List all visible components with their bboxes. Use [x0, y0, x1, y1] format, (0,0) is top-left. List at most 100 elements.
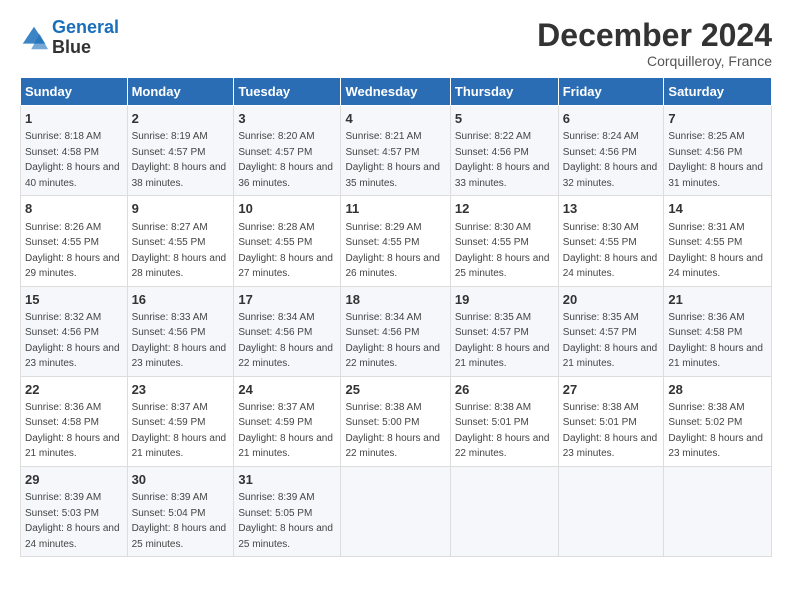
header-cell-thursday: Thursday	[450, 78, 558, 106]
logo-icon	[20, 24, 48, 52]
day-cell: 1 Sunrise: 8:18 AMSunset: 4:58 PMDaylight…	[21, 106, 128, 196]
day-number: 24	[238, 381, 336, 399]
day-detail: Sunrise: 8:37 AMSunset: 4:59 PMDaylight:…	[132, 402, 227, 460]
day-cell: 28Sunrise: 8:38 AMSunset: 5:02 PMDayligh…	[664, 376, 772, 466]
logo-line1: General	[52, 17, 119, 37]
day-number: 27	[563, 381, 660, 399]
day-number: 13	[563, 200, 660, 218]
day-number: 1	[25, 110, 123, 128]
month-title: December 2024	[537, 18, 772, 53]
day-cell: 17Sunrise: 8:34 AMSunset: 4:56 PMDayligh…	[234, 286, 341, 376]
week-row-1: 1 Sunrise: 8:18 AMSunset: 4:58 PMDaylight…	[21, 106, 772, 196]
day-detail: Sunrise: 8:35 AMSunset: 4:57 PMDaylight:…	[563, 312, 658, 370]
day-detail: Sunrise: 8:38 AMSunset: 5:01 PMDaylight:…	[455, 402, 550, 460]
day-number: 22	[25, 381, 123, 399]
day-detail: Sunrise: 8:26 AMSunset: 4:55 PMDaylight:…	[25, 222, 120, 280]
day-detail: Sunrise: 8:19 AMSunset: 4:57 PMDaylight:…	[132, 131, 227, 189]
day-number: 30	[132, 471, 230, 489]
logo-line2: Blue	[52, 38, 119, 58]
day-cell: 2Sunrise: 8:19 AMSunset: 4:57 PMDaylight…	[127, 106, 234, 196]
day-number: 3	[238, 110, 336, 128]
header-row: SundayMondayTuesdayWednesdayThursdayFrid…	[21, 78, 772, 106]
day-cell: 10 Sunrise: 8:28 AMSunset: 4:55 PMDayligh…	[234, 196, 341, 286]
header-cell-sunday: Sunday	[21, 78, 128, 106]
day-number: 19	[455, 291, 554, 309]
day-cell	[664, 466, 772, 556]
day-detail: Sunrise: 8:33 AMSunset: 4:56 PMDaylight:…	[132, 312, 227, 370]
day-number: 16	[132, 291, 230, 309]
day-detail: Sunrise: 8:18 AMSunset: 4:58 PMDaylight:…	[25, 131, 120, 189]
day-number: 10	[238, 200, 336, 218]
calendar-body: 1 Sunrise: 8:18 AMSunset: 4:58 PMDaylight…	[21, 106, 772, 557]
day-cell	[558, 466, 664, 556]
day-number: 15	[25, 291, 123, 309]
day-cell: 6 Sunrise: 8:24 AMSunset: 4:56 PMDaylight…	[558, 106, 664, 196]
day-detail: Sunrise: 8:39 AMSunset: 5:05 PMDaylight:…	[238, 492, 333, 550]
day-cell: 16 Sunrise: 8:33 AMSunset: 4:56 PMDayligh…	[127, 286, 234, 376]
day-detail: Sunrise: 8:31 AMSunset: 4:55 PMDaylight:…	[668, 222, 763, 280]
calendar-table: SundayMondayTuesdayWednesdayThursdayFrid…	[20, 77, 772, 557]
day-number: 4	[345, 110, 445, 128]
day-cell: 25 Sunrise: 8:38 AMSunset: 5:00 PMDayligh…	[341, 376, 450, 466]
day-cell: 21Sunrise: 8:36 AMSunset: 4:58 PMDayligh…	[664, 286, 772, 376]
day-cell: 5 Sunrise: 8:22 AMSunset: 4:56 PMDaylight…	[450, 106, 558, 196]
day-detail: Sunrise: 8:25 AMSunset: 4:56 PMDaylight:…	[668, 131, 763, 189]
day-number: 11	[345, 200, 445, 218]
day-number: 7	[668, 110, 767, 128]
day-number: 18	[345, 291, 445, 309]
day-detail: Sunrise: 8:35 AMSunset: 4:57 PMDaylight:…	[455, 312, 550, 370]
day-detail: Sunrise: 8:37 AMSunset: 4:59 PMDaylight:…	[238, 402, 333, 460]
day-detail: Sunrise: 8:39 AMSunset: 5:04 PMDaylight:…	[132, 492, 227, 550]
day-number: 9	[132, 200, 230, 218]
header-cell-wednesday: Wednesday	[341, 78, 450, 106]
week-row-2: 8 Sunrise: 8:26 AMSunset: 4:55 PMDaylight…	[21, 196, 772, 286]
day-detail: Sunrise: 8:38 AMSunset: 5:02 PMDaylight:…	[668, 402, 763, 460]
header-cell-monday: Monday	[127, 78, 234, 106]
day-number: 29	[25, 471, 123, 489]
day-detail: Sunrise: 8:24 AMSunset: 4:56 PMDaylight:…	[563, 131, 658, 189]
day-cell: 18Sunrise: 8:34 AMSunset: 4:56 PMDayligh…	[341, 286, 450, 376]
day-cell: 27 Sunrise: 8:38 AMSunset: 5:01 PMDayligh…	[558, 376, 664, 466]
day-detail: Sunrise: 8:32 AMSunset: 4:56 PMDaylight:…	[25, 312, 120, 370]
week-row-5: 29 Sunrise: 8:39 AMSunset: 5:03 PMDayligh…	[21, 466, 772, 556]
day-cell: 4Sunrise: 8:21 AMSunset: 4:57 PMDaylight…	[341, 106, 450, 196]
header-cell-saturday: Saturday	[664, 78, 772, 106]
day-cell: 14 Sunrise: 8:31 AMSunset: 4:55 PMDayligh…	[664, 196, 772, 286]
title-block: December 2024 Corquilleroy, France	[537, 18, 772, 69]
day-cell: 24 Sunrise: 8:37 AMSunset: 4:59 PMDayligh…	[234, 376, 341, 466]
day-cell: 19 Sunrise: 8:35 AMSunset: 4:57 PMDayligh…	[450, 286, 558, 376]
day-cell: 23Sunrise: 8:37 AMSunset: 4:59 PMDayligh…	[127, 376, 234, 466]
header-cell-friday: Friday	[558, 78, 664, 106]
day-number: 25	[345, 381, 445, 399]
day-detail: Sunrise: 8:28 AMSunset: 4:55 PMDaylight:…	[238, 222, 333, 280]
day-detail: Sunrise: 8:34 AMSunset: 4:56 PMDaylight:…	[238, 312, 333, 370]
day-number: 20	[563, 291, 660, 309]
day-number: 26	[455, 381, 554, 399]
day-number: 5	[455, 110, 554, 128]
day-detail: Sunrise: 8:38 AMSunset: 5:00 PMDaylight:…	[345, 402, 440, 460]
day-cell: 7 Sunrise: 8:25 AMSunset: 4:56 PMDaylight…	[664, 106, 772, 196]
day-detail: Sunrise: 8:22 AMSunset: 4:56 PMDaylight:…	[455, 131, 550, 189]
day-cell: 3Sunrise: 8:20 AMSunset: 4:57 PMDaylight…	[234, 106, 341, 196]
day-detail: Sunrise: 8:38 AMSunset: 5:01 PMDaylight:…	[563, 402, 658, 460]
day-cell: 29 Sunrise: 8:39 AMSunset: 5:03 PMDayligh…	[21, 466, 128, 556]
day-cell: 15 Sunrise: 8:32 AMSunset: 4:56 PMDayligh…	[21, 286, 128, 376]
day-cell: 8 Sunrise: 8:26 AMSunset: 4:55 PMDaylight…	[21, 196, 128, 286]
day-cell: 9 Sunrise: 8:27 AMSunset: 4:55 PMDaylight…	[127, 196, 234, 286]
day-number: 6	[563, 110, 660, 128]
day-cell: 12Sunrise: 8:30 AMSunset: 4:55 PMDayligh…	[450, 196, 558, 286]
day-detail: Sunrise: 8:27 AMSunset: 4:55 PMDaylight:…	[132, 222, 227, 280]
day-detail: Sunrise: 8:30 AMSunset: 4:55 PMDaylight:…	[455, 222, 550, 280]
day-number: 8	[25, 200, 123, 218]
header: General Blue December 2024 Corquilleroy,…	[20, 18, 772, 69]
day-detail: Sunrise: 8:39 AMSunset: 5:03 PMDaylight:…	[25, 492, 120, 550]
week-row-4: 22Sunrise: 8:36 AMSunset: 4:58 PMDayligh…	[21, 376, 772, 466]
day-number: 14	[668, 200, 767, 218]
day-cell: 22Sunrise: 8:36 AMSunset: 4:58 PMDayligh…	[21, 376, 128, 466]
day-cell	[341, 466, 450, 556]
day-cell	[450, 466, 558, 556]
logo: General Blue	[20, 18, 119, 58]
location: Corquilleroy, France	[537, 53, 772, 69]
week-row-3: 15 Sunrise: 8:32 AMSunset: 4:56 PMDayligh…	[21, 286, 772, 376]
day-number: 21	[668, 291, 767, 309]
